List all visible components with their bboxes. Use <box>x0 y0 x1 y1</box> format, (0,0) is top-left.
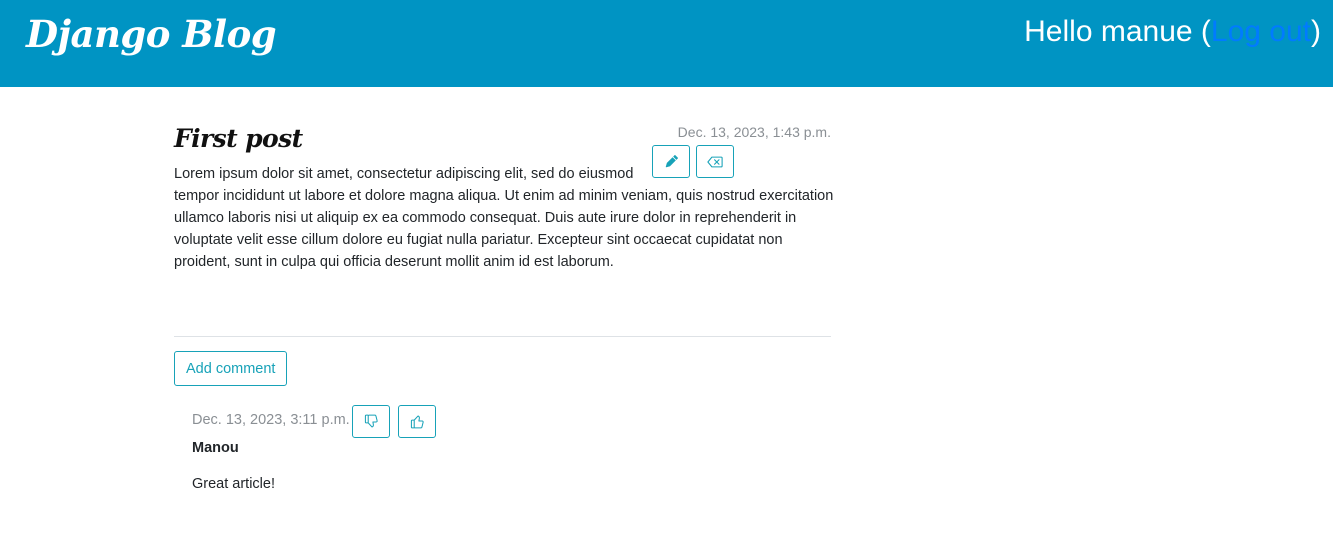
site-brand[interactable]: Django Blog <box>26 12 277 56</box>
comment-actions <box>352 405 437 438</box>
comment-text: Great article! <box>192 476 275 492</box>
post-divider <box>174 336 831 337</box>
comment-author: Manou <box>192 440 239 456</box>
post-body-text: Lorem ipsum dolor sit amet, consectetur … <box>174 166 834 270</box>
post-title: First post <box>174 124 303 153</box>
post-date: Dec. 13, 2023, 1:43 p.m. <box>677 124 831 140</box>
greeting-suffix: ) <box>1311 15 1321 48</box>
post-body: Lorem ipsum dolor sit amet, consectetur … <box>174 163 834 273</box>
greeting-prefix: Hello manue ( <box>1024 15 1211 48</box>
post-body-spacer <box>654 163 834 181</box>
dislike-button[interactable] <box>352 405 390 438</box>
logout-link[interactable]: Log out <box>1211 15 1311 48</box>
thumbs-down-icon <box>364 414 378 428</box>
comment-date: Dec. 13, 2023, 3:11 p.m. <box>192 412 350 428</box>
post-meta: Dec. 13, 2023, 1:43 p.m. <box>651 124 831 178</box>
site-header: Django Blog Hello manue (Log out) <box>0 0 1333 87</box>
add-comment-button[interactable]: Add comment <box>174 351 288 386</box>
like-button[interactable] <box>398 405 437 438</box>
user-greeting: Hello manue (Log out) <box>1024 15 1321 49</box>
thumbs-up-icon <box>410 415 424 429</box>
